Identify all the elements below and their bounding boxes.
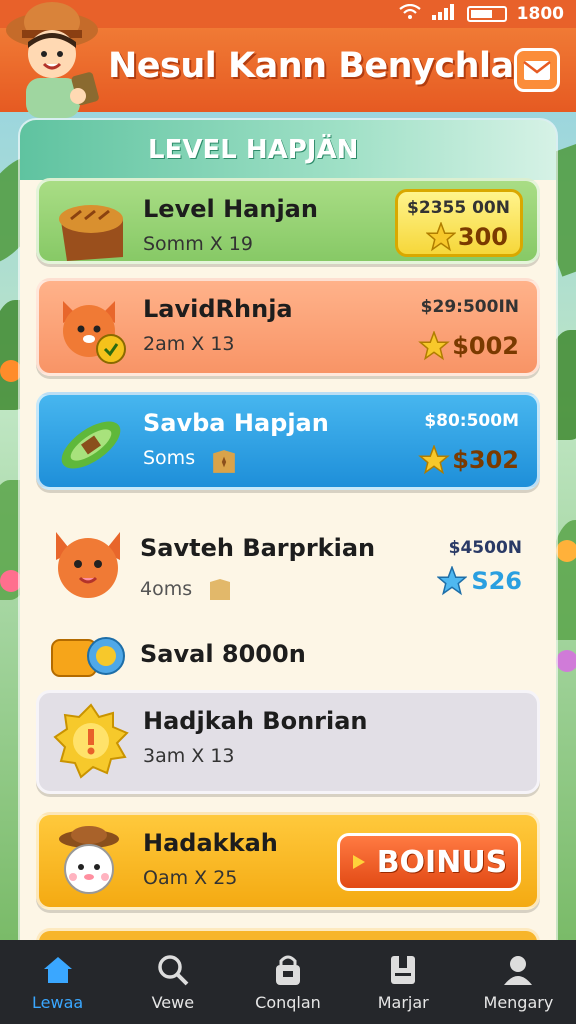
- nav-item-search[interactable]: Vewe: [115, 940, 230, 1024]
- cat-farmer-icon: [59, 826, 119, 894]
- card-coins: S26: [437, 566, 522, 596]
- card-price: $29:500IN: [420, 297, 519, 317]
- battery-icon: [466, 6, 507, 22]
- app-title: Nesul Kann Benychlan: [108, 46, 539, 86]
- level-card[interactable]: Hadakkah Oam X 25 BOINUS: [36, 812, 540, 910]
- star-icon: [425, 222, 456, 252]
- notebook-icon: [391, 955, 416, 984]
- wifi-icon: [398, 3, 421, 24]
- mail-button[interactable]: [514, 48, 560, 92]
- panel-header: LEVEL HAPJÄN: [20, 120, 556, 180]
- star-icon: [418, 331, 451, 361]
- card-title: Hadjkah Bonrian: [143, 707, 368, 735]
- nav-label: Lewaa: [32, 992, 84, 1012]
- card-coins: 300: [425, 222, 508, 252]
- level-row[interactable]: Savteh Barprkian 4oms $4500N S26: [36, 518, 540, 618]
- card-price: $4500N: [448, 538, 522, 558]
- coin-bag-icon: [51, 637, 125, 677]
- nav-item-profile[interactable]: Mengary: [461, 940, 576, 1024]
- signal-icon: [431, 4, 457, 24]
- cucumber-icon: [61, 421, 121, 469]
- bonus-button[interactable]: BOINUS: [337, 833, 521, 891]
- fox-icon: [63, 301, 126, 364]
- mail-icon: [523, 61, 551, 80]
- card-title: Savba Hapjan: [143, 409, 329, 437]
- bottom-nav: Lewaa Vewe Conqlan Marjar Mengary: [0, 940, 576, 1024]
- nav-label: Mengary: [483, 992, 554, 1012]
- card-coins: $002: [418, 331, 519, 361]
- card-coin-value: 300: [457, 223, 508, 251]
- status-time: 1800: [516, 4, 564, 24]
- level-card[interactable]: LavidRhnja 2am X 13 $29:500IN $002: [36, 278, 540, 376]
- search-icon: [158, 954, 189, 985]
- card-subtitle: 4oms: [140, 578, 193, 600]
- card-subtitle: Soms: [143, 447, 196, 469]
- level-card[interactable]: Hadjkah Bonrian 3am X 13: [36, 690, 540, 794]
- card-subtitle: Oam X 25: [143, 867, 238, 889]
- blue-star-icon: [437, 566, 468, 596]
- card-title: Hadakkah: [143, 829, 278, 857]
- card-price: $2355 00N: [407, 198, 510, 218]
- badge-icon: [210, 579, 230, 600]
- card-coin-value: $302: [452, 446, 519, 474]
- lock-bag-icon: [276, 955, 300, 985]
- sun-badge-icon: [53, 703, 129, 779]
- nav-label: Conqlan: [255, 992, 321, 1012]
- card-title: Saval 8000n: [140, 640, 306, 668]
- card-title: Level Hanjan: [143, 195, 318, 223]
- bonus-button-label: BOINUS: [376, 844, 508, 880]
- profile-icon: [504, 955, 533, 985]
- card-coin-value: $002: [452, 332, 519, 360]
- badge-icon: [213, 450, 235, 473]
- card-subtitle: 2am X 13: [143, 333, 235, 355]
- card-title: Savteh Barprkian: [140, 534, 376, 562]
- level-panel: LEVEL HAPJÄN Level Hanjan Somm X 19 $235…: [20, 120, 556, 950]
- nav-item-conqlan[interactable]: Conqlan: [230, 940, 345, 1024]
- savings-row[interactable]: Saval 8000n: [36, 626, 540, 686]
- panel-title: LEVEL HAPJÄN: [148, 135, 359, 165]
- card-subtitle: Somm X 19: [143, 233, 253, 255]
- fox-icon: [56, 532, 120, 598]
- bread-loaf-icon: [59, 205, 123, 261]
- card-coin-value: S26: [471, 567, 522, 595]
- level-card[interactable]: Level Hanjan Somm X 19 $2355 00N 300: [36, 178, 540, 264]
- card-price: $80:500M: [424, 411, 519, 431]
- home-icon: [43, 956, 72, 983]
- card-title: LavidRhnja: [143, 295, 293, 323]
- nav-item-home[interactable]: Lewaa: [0, 940, 115, 1024]
- nav-label: Marjar: [377, 992, 429, 1012]
- level-card[interactable]: Savba Hapjan Soms $80:500M $302: [36, 392, 540, 490]
- card-subtitle: 3am X 13: [143, 745, 235, 767]
- arrow-right-icon: [352, 855, 365, 869]
- reward-box[interactable]: $2355 00N 300: [395, 189, 523, 257]
- star-icon: [418, 445, 451, 475]
- farmer-avatar: [6, 2, 99, 118]
- nav-label: Vewe: [151, 992, 195, 1012]
- nav-item-marjar[interactable]: Marjar: [346, 940, 461, 1024]
- card-coins: $302: [418, 445, 519, 475]
